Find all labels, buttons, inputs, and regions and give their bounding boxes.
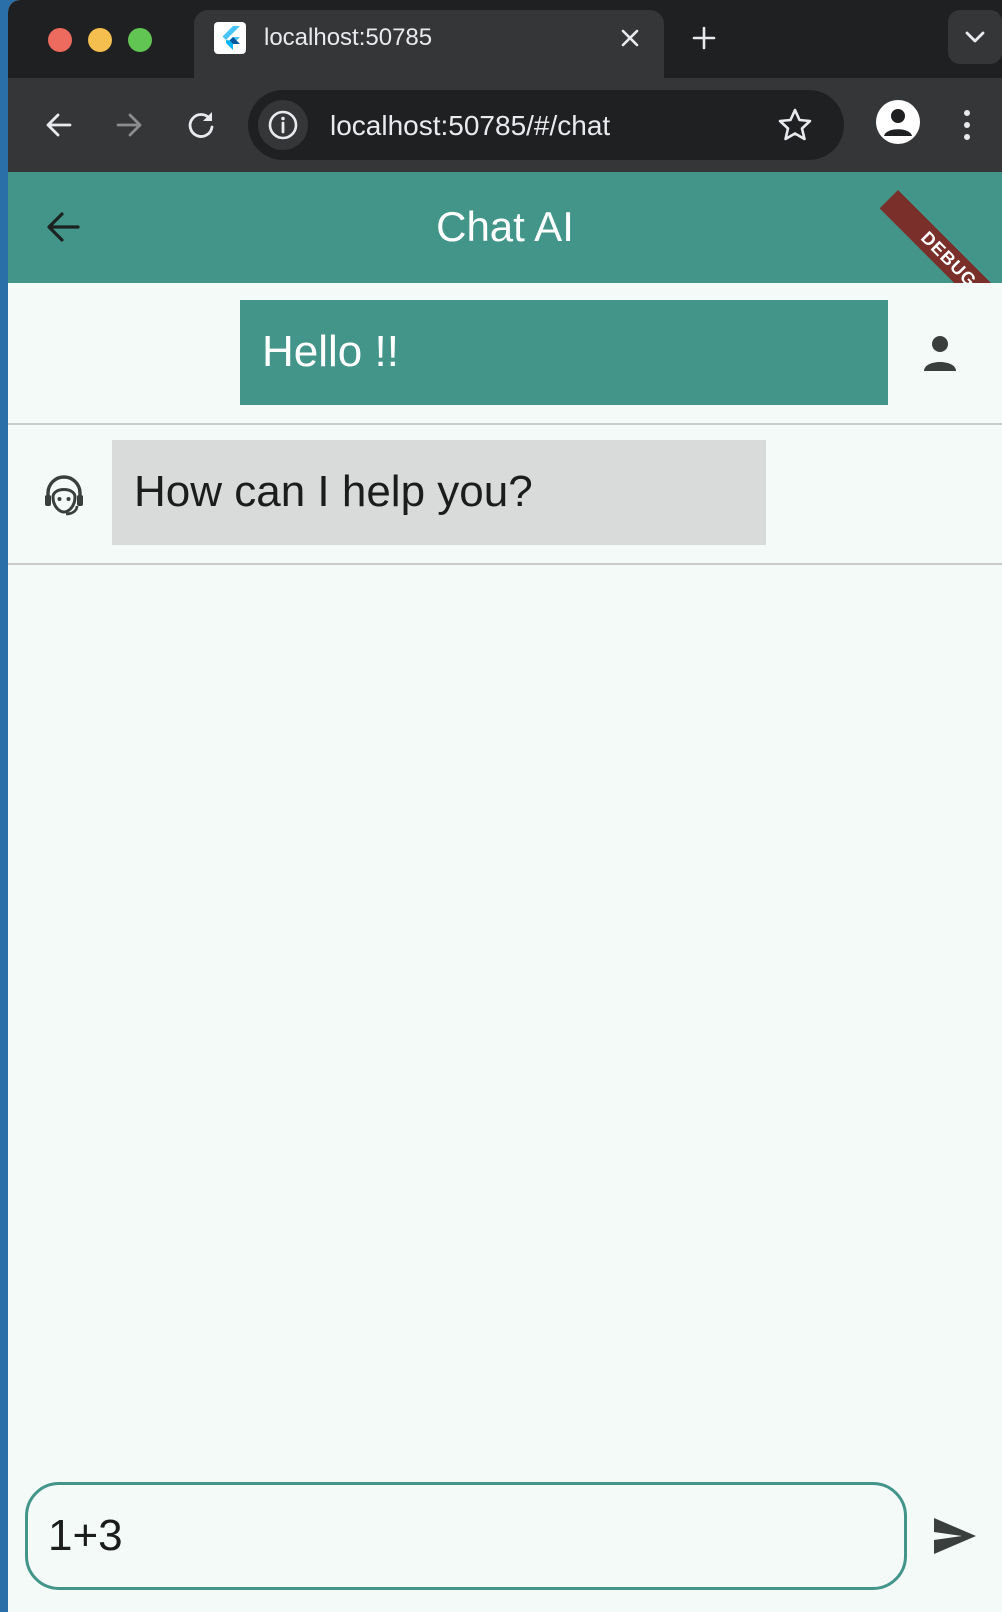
message-row-user: Hello !!: [8, 283, 1002, 425]
tab-strip: localhost:50785: [8, 0, 1002, 78]
back-arrow-icon[interactable]: [36, 102, 82, 148]
info-icon[interactable]: [258, 100, 308, 150]
address-bar[interactable]: localhost:50785/#/chat: [248, 90, 844, 160]
page-title: Chat AI: [436, 203, 574, 250]
close-icon[interactable]: [616, 24, 644, 52]
app-bar: Chat AI DEBUG: [8, 172, 1002, 283]
browser-window: localhost:50785 localhost:50785/#/chat C…: [8, 0, 1002, 1612]
browser-toolbar: localhost:50785/#/chat: [8, 78, 1002, 172]
forward-arrow-icon[interactable]: [106, 102, 152, 148]
chevron-down-icon: [965, 31, 985, 43]
url-text: localhost:50785/#/chat: [330, 110, 611, 141]
reload-icon[interactable]: [178, 102, 224, 148]
bot-message-bubble: How can I help you?: [112, 440, 766, 545]
more-vert-icon[interactable]: [952, 102, 982, 148]
minimize-window-button[interactable]: [88, 28, 112, 52]
tab-title: localhost:50785: [264, 24, 433, 51]
message-row-bot: How can I help you?: [8, 423, 1002, 565]
send-icon[interactable]: [928, 1510, 980, 1562]
user-message-text: Hello !!: [262, 327, 399, 376]
close-window-button[interactable]: [48, 28, 72, 52]
browser-tab[interactable]: localhost:50785: [194, 10, 664, 78]
person-icon: [920, 333, 960, 373]
user-message-bubble: Hello !!: [240, 300, 888, 405]
flutter-icon: [214, 22, 246, 54]
plus-icon[interactable]: [688, 22, 720, 54]
maximize-window-button[interactable]: [128, 28, 152, 52]
message-input[interactable]: [48, 1505, 878, 1567]
tab-search-button[interactable]: [948, 10, 1002, 64]
message-input-container: [25, 1482, 907, 1590]
support-agent-icon: [40, 471, 88, 519]
bot-message-text: How can I help you?: [134, 467, 533, 516]
account-icon[interactable]: [876, 100, 920, 144]
star-icon[interactable]: [776, 106, 814, 144]
